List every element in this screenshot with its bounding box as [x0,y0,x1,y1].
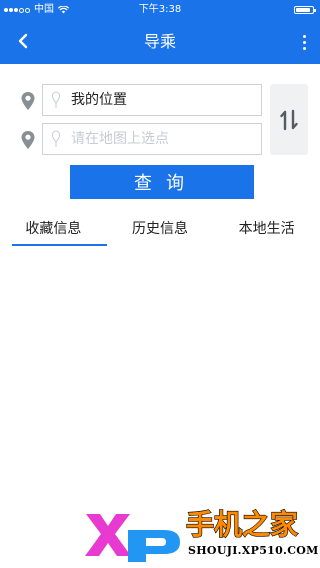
end-location-row: 请在地图上选点 [20,123,264,157]
back-button[interactable] [8,26,38,56]
page-title: 导乘 [143,32,176,51]
end-location-placeholder: 请在地图上选点 [71,131,169,147]
more-options-button[interactable] [294,28,314,56]
screen: 中国 下午3:38 导乘 我的位置 请在地图上选点 查询 收藏信息 历史信息 本… [0,0,320,568]
swap-vertical-icon [280,109,298,130]
status-time: 下午3:38 [138,4,182,15]
end-location-input[interactable]: 请在地图上选点 [42,123,262,155]
tab-content [0,250,320,568]
start-location-input[interactable]: 我的位置 [42,84,262,116]
swap-locations-button[interactable] [270,84,308,155]
tab-local-life[interactable]: 本地生活 [213,214,320,246]
end-marker-icon [51,130,61,147]
start-location-value: 我的位置 [71,92,127,108]
query-button[interactable]: 查询 [70,165,254,199]
tab-history[interactable]: 历史信息 [107,214,214,246]
location-pin-icon [21,92,35,110]
start-location-row: 我的位置 [20,84,264,118]
location-pin-icon [21,131,35,149]
start-marker-icon [51,91,61,108]
chevron-left-icon [18,33,28,49]
battery-icon [294,6,316,14]
more-vertical-icon [302,34,306,38]
battery-level [296,8,310,12]
info-tabs: 收藏信息 历史信息 本地生活 [0,214,320,246]
status-bar: 中国 下午3:38 [0,0,320,20]
nav-bar: 导乘 [0,20,320,64]
top-bar: 中国 下午3:38 导乘 [0,0,320,64]
tab-favorites[interactable]: 收藏信息 [0,214,107,246]
